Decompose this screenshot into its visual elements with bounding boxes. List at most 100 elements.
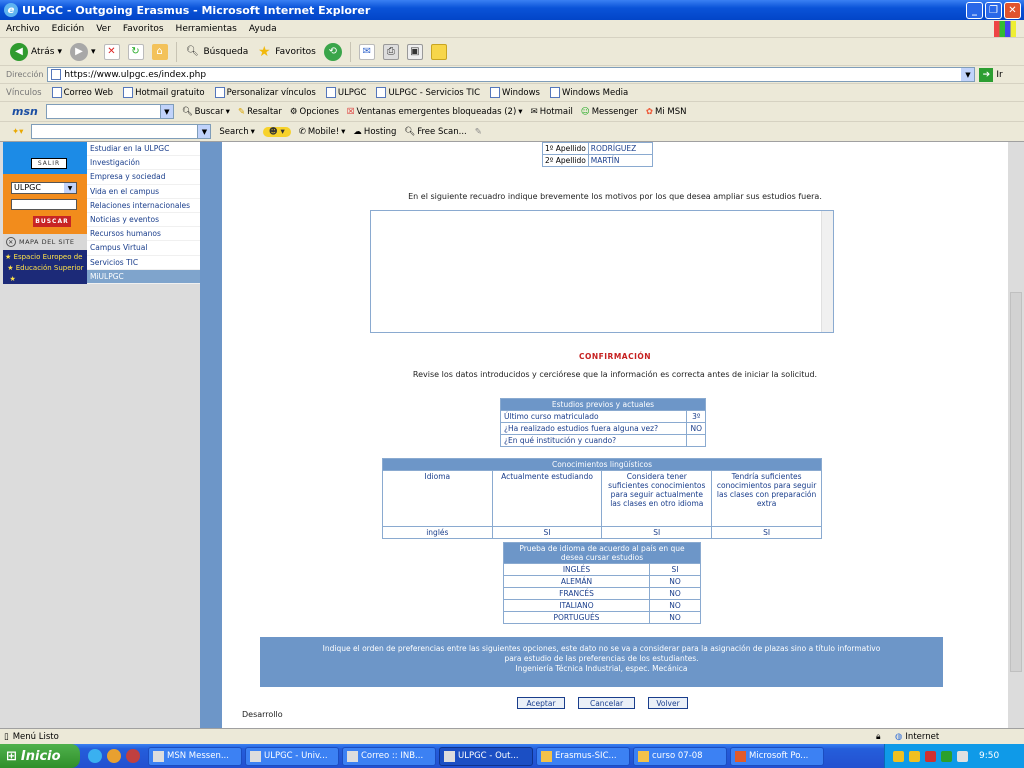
desarrollo-link[interactable]: Desarrollo [242, 710, 283, 719]
nav-noticias[interactable]: Noticias y eventos [87, 213, 200, 228]
task-msn-messenger[interactable]: MSN Messen... [148, 746, 242, 766]
msn-opciones-button[interactable]: ⚙ Opciones [290, 107, 339, 117]
cancelar-button[interactable]: Cancelar [578, 697, 635, 709]
search-icon: 🔍︎ [181, 106, 193, 117]
textarea-scrollbar[interactable] [821, 211, 833, 332]
msn-popups-button[interactable]: ☒ Ventanas emergentes bloqueadas (2) ▾ [347, 107, 523, 117]
nav-servicios-tic[interactable]: Servicios TIC [87, 256, 200, 270]
page-scrollbar[interactable] [1008, 142, 1024, 728]
mail-icon[interactable]: ✉ [358, 43, 375, 60]
history-icon[interactable]: ⟲ [323, 42, 342, 61]
close-button[interactable]: ✕ [1004, 2, 1021, 19]
link-correo-web[interactable]: Correo Web [51, 87, 113, 98]
ie-quicklaunch-icon[interactable] [88, 749, 102, 763]
site-search-select[interactable]: ULPGC ▼ [11, 182, 77, 194]
msn-search-input[interactable]: ▼ [45, 104, 174, 119]
menu-archivo[interactable]: Archivo [6, 24, 40, 34]
smiley-icon[interactable]: ☻ ▾ [262, 126, 291, 137]
link-hotmail[interactable]: Hotmail gratuito [123, 87, 205, 98]
chevron-down-icon[interactable]: ▼ [197, 125, 211, 138]
tray-icon[interactable] [893, 750, 904, 762]
linguisticos-header: Conocimientos lingüísticos [382, 458, 822, 471]
link-ulpgc[interactable]: ULPGC [325, 87, 366, 98]
task-erasmus-sic[interactable]: Erasmus-SIC... [536, 746, 630, 766]
forward-button[interactable]: ▶ ▾ [69, 42, 96, 61]
menu-favoritos[interactable]: Favoritos [123, 24, 164, 34]
toolbar-hosting-button[interactable]: ☁ Hosting [353, 127, 396, 137]
nav-estudiar[interactable]: Estudiar en la ULPGC [87, 142, 200, 157]
scrollbar-thumb[interactable] [1010, 292, 1022, 672]
print-icon[interactable]: ⎙ [382, 43, 399, 60]
preferencias-option[interactable]: Ingeniería Técnica Industrial, espec. Me… [260, 664, 943, 674]
tray-icon[interactable] [925, 750, 936, 762]
link-personalizar[interactable]: Personalizar vínculos [214, 87, 316, 98]
toolbar-search-input[interactable]: ▼ [31, 124, 212, 139]
link-windows[interactable]: Windows [490, 87, 540, 98]
stop-icon[interactable]: ✕ [103, 43, 120, 60]
task-powerpoint[interactable]: Microsoft Po... [730, 746, 824, 766]
salir-panel: SALIR [3, 142, 87, 174]
task-ulpgc-univ[interactable]: ULPGC - Univ... [245, 746, 339, 766]
motivos-textarea[interactable] [370, 210, 834, 333]
toolbar-freescan-button[interactable]: 🔍︎ Free Scan... [404, 127, 466, 137]
media-icon[interactable] [126, 749, 140, 763]
pencil-icon[interactable]: ✎ [475, 127, 482, 137]
back-button[interactable]: ◀ Atrás ▾ [10, 42, 62, 61]
msn-resaltar-button[interactable]: ✎ Resaltar [238, 107, 282, 117]
menu-edicion[interactable]: Edición [52, 24, 85, 34]
tray-icon[interactable] [941, 750, 952, 762]
msn-mimsn-button[interactable]: ✿ Mi MSN [646, 107, 687, 117]
nav-empresa[interactable]: Empresa y sociedad [87, 170, 200, 185]
start-button[interactable]: ⊞ Inicio [0, 744, 80, 768]
volver-button[interactable]: Volver [648, 697, 688, 709]
site-search-input[interactable] [11, 199, 77, 210]
salir-button[interactable]: SALIR [31, 158, 67, 169]
menu-herramientas[interactable]: Herramientas [176, 24, 237, 34]
edit-icon[interactable]: ▣ [406, 43, 423, 60]
mapa-del-site-link[interactable]: ✕ MAPA DEL SITE [3, 234, 87, 250]
nav-campus-virtual[interactable]: Campus Virtual [87, 241, 200, 256]
maximize-button[interactable]: ❐ [985, 2, 1002, 19]
aceptar-button[interactable]: Aceptar [517, 697, 565, 709]
chevron-down-icon[interactable]: ▼ [961, 68, 975, 81]
toolbar-search-button[interactable]: Search ▾ [219, 127, 254, 137]
address-input[interactable]: https://www.ulpgc.es/index.php ▼ [47, 67, 976, 82]
msn-messenger-button[interactable]: ☺ Messenger [581, 107, 638, 117]
msn-logo[interactable]: msn [12, 105, 38, 118]
chevron-down-icon[interactable]: ▼ [64, 183, 76, 193]
messenger-note-icon[interactable] [430, 43, 447, 60]
eees-banner[interactable]: ★ Espacio Europeo de ★ Educación Superio… [3, 250, 87, 284]
task-curso[interactable]: curso 07-08 [633, 746, 727, 766]
refresh-icon[interactable]: ↻ [127, 43, 144, 60]
col-tendria: Tendría suficientes conocimientos para s… [711, 470, 822, 527]
nav-recursos-humanos[interactable]: Recursos humanos [87, 227, 200, 242]
home-icon[interactable]: ⌂ [151, 43, 168, 60]
menu-ayuda[interactable]: Ayuda [249, 24, 277, 34]
chevron-down-icon[interactable]: ▼ [159, 105, 173, 118]
tray-icon[interactable] [957, 750, 968, 762]
menu-ver[interactable]: Ver [96, 24, 111, 34]
nav-vida-campus[interactable]: Vida en el campus [87, 185, 200, 199]
nav-relaciones[interactable]: Relaciones internacionales [87, 199, 200, 213]
links-label: Vínculos [6, 87, 42, 98]
link-ulpgc-tic[interactable]: ULPGC - Servicios TIC [376, 87, 480, 98]
window-titlebar: e ULPGC - Outgoing Erasmus - Microsoft I… [0, 0, 1024, 20]
firefox-icon[interactable] [107, 749, 121, 763]
linguisticos-table: Conocimientos lingüísticos Idioma Actual… [382, 458, 822, 539]
msn-buscar-button[interactable]: 🔍︎ Buscar ▾ [182, 107, 230, 117]
clock[interactable]: 9:50 [979, 751, 999, 761]
go-button[interactable]: ➔ Ir [979, 67, 1003, 82]
nav-investigacion[interactable]: Investigación [87, 156, 200, 171]
minimize-button[interactable]: _ [966, 2, 983, 19]
task-ulpgc-outgoing[interactable]: ULPGC - Out... [439, 746, 533, 766]
nav-miulpgc[interactable]: MiULPGC [87, 269, 200, 284]
page-icon [123, 87, 134, 98]
buscar-button[interactable]: BUSCAR [33, 216, 71, 227]
tray-icon[interactable] [909, 750, 920, 762]
msn-hotmail-button[interactable]: ✉ Hotmail [531, 107, 573, 117]
search-button[interactable]: 🔍︎ Búsqueda [185, 44, 248, 60]
link-windows-media[interactable]: Windows Media [550, 87, 628, 98]
toolbar-mobile-button[interactable]: ✆ Mobile! ▾ [299, 127, 346, 137]
task-correo[interactable]: Correo :: INB... [342, 746, 436, 766]
favorites-button[interactable]: ★ Favoritos [256, 44, 316, 60]
